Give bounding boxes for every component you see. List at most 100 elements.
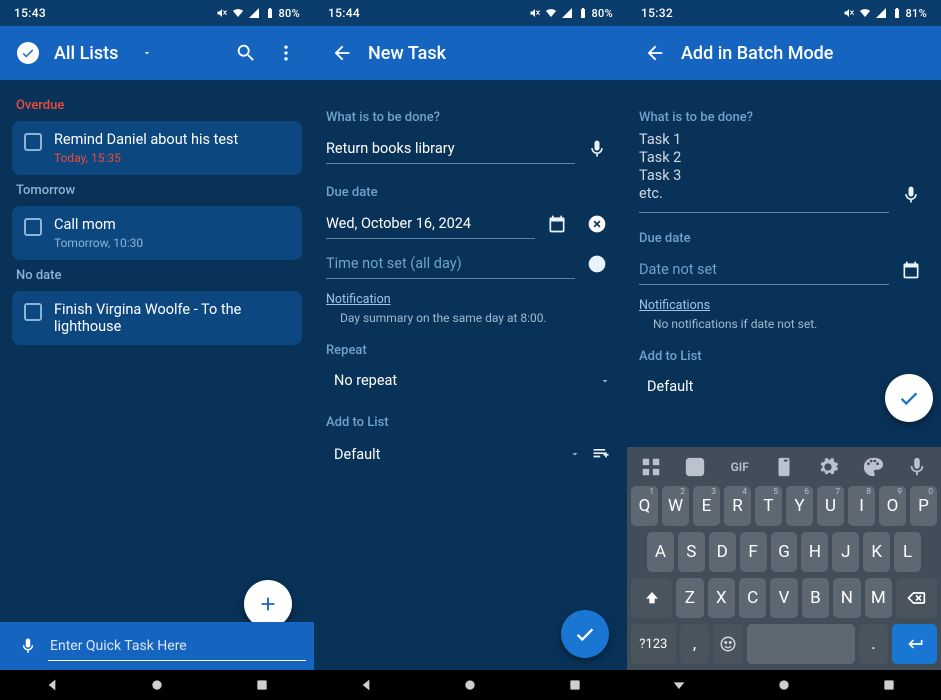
key-s[interactable]: S [678,532,705,572]
signal-icon [248,7,260,19]
back-button[interactable] [322,33,362,73]
list-select[interactable]: Default [326,436,615,472]
chevron-down-icon [142,48,152,58]
key-o[interactable]: O9 [879,486,906,526]
back-button[interactable] [635,33,675,73]
key-m[interactable]: M [865,578,892,618]
kb-voice[interactable] [901,454,933,480]
key-f[interactable]: F [740,532,767,572]
key-u[interactable]: U7 [817,486,844,526]
task-row[interactable]: Remind Daniel about his test Today, 15:3… [12,121,302,175]
kb-settings[interactable] [635,454,667,480]
due-date-input[interactable]: Wed, October 16, 2024 [326,209,535,239]
key-l[interactable]: L [894,532,921,572]
task-checkbox[interactable] [24,303,42,321]
calendar-button[interactable] [539,206,575,242]
due-date-input[interactable]: Date not set [639,255,889,285]
task-checkbox[interactable] [24,133,42,151]
due-time-input[interactable]: Time not set (all day) [326,249,575,279]
list-selector[interactable]: All Lists [54,43,226,64]
calendar-button[interactable] [893,252,929,288]
key-c[interactable]: C [739,578,766,618]
key-shift[interactable] [631,578,672,618]
notification-link[interactable]: Notifications [639,288,710,319]
nav-bar [314,670,627,700]
list-add-icon[interactable] [591,444,611,464]
add-task-fab[interactable] [244,580,292,628]
key-r[interactable]: R4 [724,486,751,526]
key-q[interactable]: Q1 [631,486,658,526]
nav-home[interactable] [149,677,165,693]
nav-back[interactable] [358,677,374,693]
key-v[interactable]: V [770,578,797,618]
key-backspace[interactable] [896,578,937,618]
status-bar: 15:43 80% [0,0,314,26]
app-icon[interactable] [8,33,48,73]
nav-recent[interactable] [254,677,270,693]
list-value: Default [647,378,693,395]
nav-recent[interactable] [567,677,583,693]
repeat-select[interactable]: No repeat [326,364,615,397]
key-y[interactable]: Y6 [786,486,813,526]
mute-icon [843,7,855,19]
kb-gif[interactable]: GIF [724,454,756,480]
key-a[interactable]: A [647,532,674,572]
key-d[interactable]: D [709,532,736,572]
key-i[interactable]: I8 [848,486,875,526]
nav-home[interactable] [776,677,792,693]
clear-date-button[interactable] [579,206,615,242]
save-task-fab[interactable] [561,610,609,658]
overflow-menu[interactable] [266,33,306,73]
task-checkbox[interactable] [24,218,42,236]
nav-home[interactable] [462,677,478,693]
key-g[interactable]: G [771,532,798,572]
key-n[interactable]: N [833,578,860,618]
save-task-fab[interactable] [885,374,933,422]
kb-stickers[interactable] [679,454,711,480]
backspace-icon [906,588,926,608]
status-time: 15:44 [328,6,360,20]
key-b[interactable]: B [802,578,829,618]
repeat-value: No repeat [334,372,397,389]
key-j[interactable]: J [832,532,859,572]
battery-indicator: 80% [577,7,613,20]
key-period[interactable]: . [859,624,889,664]
voice-button[interactable] [893,177,929,213]
key-t[interactable]: T5 [755,486,782,526]
key-h[interactable]: H [801,532,828,572]
batch-input[interactable]: Task 1Task 2Task 3etc. [639,131,889,213]
key-emoji[interactable] [713,624,743,664]
notification-link[interactable]: Notification [326,282,391,313]
key-e[interactable]: E3 [693,486,720,526]
nav-recent[interactable] [881,677,897,693]
key-x[interactable]: X [708,578,735,618]
key-w[interactable]: W2 [662,486,689,526]
nav-down[interactable] [671,677,687,693]
key-symbols[interactable]: ?123 [631,624,676,664]
nav-back[interactable] [44,677,60,693]
arrow-back-icon [644,42,666,64]
key-k[interactable]: K [863,532,890,572]
key-space[interactable] [747,624,854,664]
kb-theme[interactable] [857,454,889,480]
task-row[interactable]: Finish Virgina Woolfe - To the lighthous… [12,291,302,345]
key-enter[interactable] [892,624,937,664]
wifi-icon [232,7,244,19]
quick-task-input[interactable] [48,632,306,661]
key-comma[interactable]: , [680,624,710,664]
key-z[interactable]: Z [676,578,703,618]
app-bar: New Task [314,26,627,80]
key-p[interactable]: P0 [910,486,937,526]
voice-button[interactable] [579,131,615,167]
task-title-input[interactable]: Return books library [326,134,575,164]
battery-indicator: 80% [264,7,300,20]
task-row[interactable]: Call mom Tomorrow, 10:30 [12,206,302,260]
kb-clipboard[interactable] [768,454,800,480]
field-label-what: What is to be done? [326,110,615,125]
voice-button[interactable] [8,626,48,666]
search-button[interactable] [226,33,266,73]
kb-gear[interactable] [812,454,844,480]
time-button[interactable] [579,246,615,282]
check-icon [898,387,920,409]
keyboard-strip: GIF [627,451,941,483]
